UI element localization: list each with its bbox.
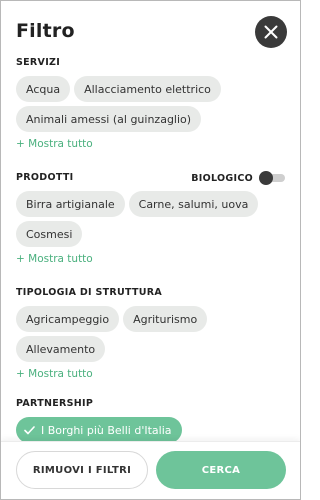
check-icon: [24, 425, 35, 435]
panel-header: Filtro: [1, 1, 300, 57]
chip-allacciamento-elettrico[interactable]: Allacciamento elettrico: [74, 76, 221, 102]
section-tipologia: TIPOLOGIA DI STRUTTURA Agricampeggio Agr…: [16, 286, 285, 381]
show-all-servizi[interactable]: + Mostra tutto: [16, 138, 93, 150]
reset-filters-button[interactable]: RIMUOVI I FILTRI: [16, 451, 148, 489]
chip-carne-salumi-uova[interactable]: Carne, salumi, uova: [128, 191, 259, 217]
show-all-tipologia[interactable]: + Mostra tutto: [16, 368, 93, 380]
panel-title: Filtro: [16, 20, 75, 42]
chip-birra-artigianale[interactable]: Birra artigianale: [16, 191, 125, 217]
chip-group-tipologia: Agricampeggio Agriturismo Allevamento: [16, 306, 276, 362]
biologico-toggle[interactable]: [259, 171, 285, 185]
biologico-label: BIOLOGICO: [191, 172, 253, 184]
section-title-partnership: PARTNERSHIP: [16, 398, 94, 409]
show-all-prodotti[interactable]: + Mostra tutto: [16, 253, 93, 265]
chip-group-servizi: Acqua Allacciamento elettrico Animali am…: [16, 76, 276, 132]
chip-acqua[interactable]: Acqua: [16, 76, 71, 102]
close-icon: [264, 25, 278, 39]
chip-allevamento[interactable]: Allevamento: [16, 336, 106, 362]
chip-agriturismo[interactable]: Agriturismo: [123, 306, 208, 332]
biologico-filter: BIOLOGICO: [191, 171, 285, 185]
chip-borghi-label: I Borghi più Belli d'Italia: [41, 423, 172, 437]
chip-agricampeggio[interactable]: Agricampeggio: [16, 306, 120, 332]
search-button[interactable]: CERCA: [156, 451, 286, 489]
chip-animali-ammessi[interactable]: Animali amessi (al guinzaglio): [16, 106, 202, 132]
section-title-prodotti: PRODOTTI: [16, 172, 74, 183]
close-button[interactable]: [255, 16, 287, 48]
footer-bar: RIMUOVI I FILTRI CERCA: [1, 441, 300, 499]
chip-group-prodotti: Birra artigianale Carne, salumi, uova Co…: [16, 191, 276, 247]
filter-panel: Filtro SERVIZI Acqua Allacciamento elett…: [0, 0, 301, 500]
chip-borghi-piu-belli[interactable]: I Borghi più Belli d'Italia: [16, 417, 182, 443]
section-title-servizi: SERVIZI: [16, 57, 61, 68]
section-prodotti: PRODOTTI BIOLOGICO Birra artigianale Car…: [16, 171, 285, 266]
section-partnership: PARTNERSHIP I Borghi più Belli d'Italia: [16, 397, 285, 443]
section-header-prodotti: PRODOTTI BIOLOGICO: [16, 171, 285, 185]
section-title-tipologia: TIPOLOGIA DI STRUTTURA: [16, 287, 163, 298]
toggle-knob: [259, 171, 273, 185]
chip-cosmesi[interactable]: Cosmesi: [16, 221, 83, 247]
chip-group-partnership: I Borghi più Belli d'Italia: [16, 417, 276, 443]
section-servizi: SERVIZI Acqua Allacciamento elettrico An…: [16, 56, 285, 151]
